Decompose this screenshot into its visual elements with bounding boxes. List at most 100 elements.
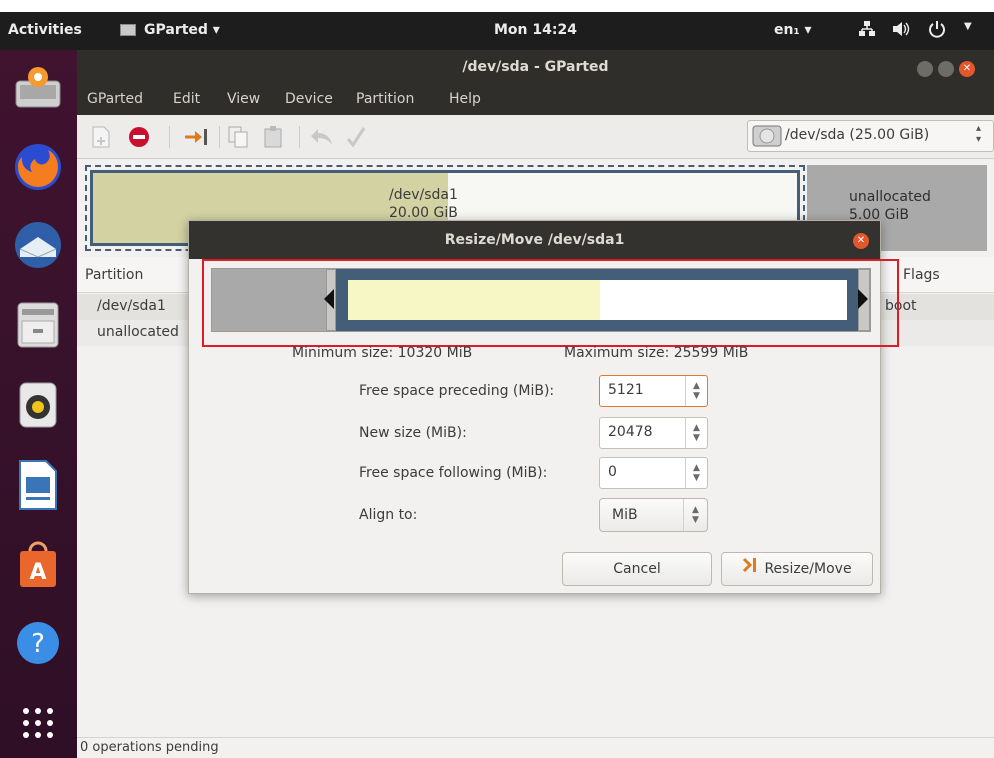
network-icon[interactable]: [858, 20, 876, 42]
minimize-icon[interactable]: [917, 61, 933, 77]
paste-icon[interactable]: [263, 125, 285, 153]
volume-icon[interactable]: [892, 21, 910, 41]
selector-arrows-icon: ▴ ▾: [976, 123, 982, 145]
dock-firefox[interactable]: [9, 138, 67, 196]
cancel-button[interactable]: Cancel: [562, 552, 712, 586]
dock-help[interactable]: ?: [9, 614, 67, 672]
menu-edit[interactable]: Edit: [173, 91, 200, 107]
toolbar-separator: [219, 126, 220, 148]
row-partition: /dev/sda1: [97, 298, 166, 314]
new-size-label: New size (MiB):: [359, 425, 467, 441]
spin-arrows-icon[interactable]: ▲ ▼: [685, 418, 707, 448]
dialog-close-icon[interactable]: ✕: [853, 233, 869, 249]
resize-move-icon[interactable]: [183, 127, 209, 151]
menu-help[interactable]: Help: [449, 91, 481, 107]
software-bag-icon: A: [20, 541, 56, 587]
copy-icon[interactable]: [227, 125, 249, 153]
select-arrows-icon: ▲ ▼: [683, 499, 707, 531]
toolbar: /dev/sda (25.00 GiB) ▴ ▾: [77, 115, 994, 159]
dock-software[interactable]: A: [9, 536, 67, 594]
resize-move-button[interactable]: Resize/Move: [721, 552, 873, 586]
free-following-label: Free space following (MiB):: [359, 465, 548, 481]
delete-icon[interactable]: [127, 125, 151, 153]
top-panel: Activities GParted ▾ Mon 14:24 en₁ ▾ ▼: [0, 12, 994, 50]
unallocated-label: unallocated: [849, 189, 931, 205]
column-partition[interactable]: Partition: [85, 267, 143, 283]
align-to-value: MiB: [612, 507, 638, 523]
firefox-icon: [15, 144, 61, 190]
dialog-title: Resize/Move /dev/sda1: [444, 232, 625, 248]
disk-icon: [752, 125, 782, 151]
gparted-small-icon: [120, 24, 136, 36]
status-text: 0 operations pending: [80, 740, 219, 755]
files-icon: [17, 302, 59, 348]
help-icon: ?: [17, 622, 59, 664]
status-bar: 0 operations pending: [77, 737, 994, 758]
column-flags[interactable]: Flags: [903, 267, 940, 283]
undo-icon[interactable]: [309, 127, 335, 151]
maximize-icon[interactable]: [938, 61, 954, 77]
gparted-icon: [15, 67, 61, 108]
top-strip: [0, 0, 994, 12]
window-titlebar: /dev/sda - GParted ✕: [77, 50, 994, 87]
thunderbird-icon: [15, 222, 61, 268]
row-partition: unallocated: [97, 324, 179, 340]
cancel-label: Cancel: [613, 561, 661, 577]
free-preceding-label: Free space preceding (MiB):: [359, 383, 555, 399]
resize-move-button-icon: [742, 553, 758, 585]
resize-move-label: Resize/Move: [764, 561, 852, 577]
spin-arrows-icon[interactable]: ▲ ▼: [685, 376, 707, 406]
free-space-bar: [600, 280, 847, 320]
app-menu[interactable]: GParted ▾: [120, 22, 220, 38]
dock: A ?: [0, 50, 77, 758]
activities-button[interactable]: Activities: [8, 22, 82, 38]
spin-arrows-icon[interactable]: ▲ ▼: [685, 458, 707, 488]
used-space-bar: [348, 280, 600, 320]
dock-rhythmbox[interactable]: [9, 376, 67, 434]
sda1-label: /dev/sda1: [389, 187, 458, 203]
toolbar-separator: [299, 126, 300, 148]
free-following-spin[interactable]: 0 ▲ ▼: [599, 457, 708, 489]
new-partition-icon[interactable]: [91, 125, 111, 153]
free-preceding-value: 5121: [608, 382, 644, 398]
new-size-spin[interactable]: 20478 ▲ ▼: [599, 417, 708, 449]
dock-gparted[interactable]: [9, 58, 67, 116]
new-size-value: 20478: [608, 424, 653, 440]
device-selector[interactable]: /dev/sda (25.00 GiB) ▴ ▾: [747, 120, 994, 152]
toolbar-separator: [169, 126, 170, 148]
align-to-label: Align to:: [359, 507, 418, 523]
close-icon[interactable]: ✕: [959, 61, 975, 77]
free-following-value: 0: [608, 464, 617, 480]
device-selector-label: /dev/sda (25.00 GiB): [785, 127, 930, 143]
resize-move-dialog: Resize/Move /dev/sda1 ✕ Minimum size: 10…: [188, 220, 899, 594]
dock-files[interactable]: [9, 296, 67, 354]
menu-partition[interactable]: Partition: [356, 91, 414, 107]
input-source-menu[interactable]: en₁ ▾: [774, 22, 812, 38]
right-resize-handle[interactable]: [858, 289, 868, 309]
partition-block[interactable]: [336, 269, 858, 331]
dock-show-apps[interactable]: [9, 694, 67, 752]
window-title: /dev/sda - GParted: [462, 59, 609, 75]
clock[interactable]: Mon 14:24: [494, 22, 577, 38]
free-preceding-spin[interactable]: 5121 ▲ ▼: [599, 375, 708, 407]
dock-libreoffice-impress[interactable]: [9, 456, 67, 514]
svg-text:?: ?: [31, 629, 45, 659]
minimum-size-label: Minimum size: 10320 MiB: [292, 345, 473, 361]
app-menu-label: GParted ▾: [144, 22, 220, 38]
menu-view[interactable]: View: [227, 91, 260, 107]
menubar: GParted Edit View Device Partition Help: [77, 87, 994, 115]
dialog-titlebar: Resize/Move /dev/sda1 ✕: [189, 221, 880, 259]
left-resize-handle[interactable]: [324, 289, 334, 309]
rhythmbox-icon: [19, 382, 57, 428]
maximum-size-label: Maximum size: 25599 MiB: [564, 345, 749, 361]
dock-thunderbird[interactable]: [9, 216, 67, 274]
power-icon[interactable]: [928, 20, 946, 42]
app-grid-icon: [23, 708, 53, 738]
menu-gparted[interactable]: GParted: [87, 91, 143, 107]
menu-device[interactable]: Device: [285, 91, 333, 107]
align-to-select[interactable]: MiB ▲ ▼: [599, 498, 708, 532]
impress-icon: [19, 460, 57, 510]
system-menu-arrow-icon[interactable]: ▼: [964, 21, 972, 32]
apply-icon[interactable]: [345, 125, 367, 153]
resize-graphic: [211, 268, 871, 332]
